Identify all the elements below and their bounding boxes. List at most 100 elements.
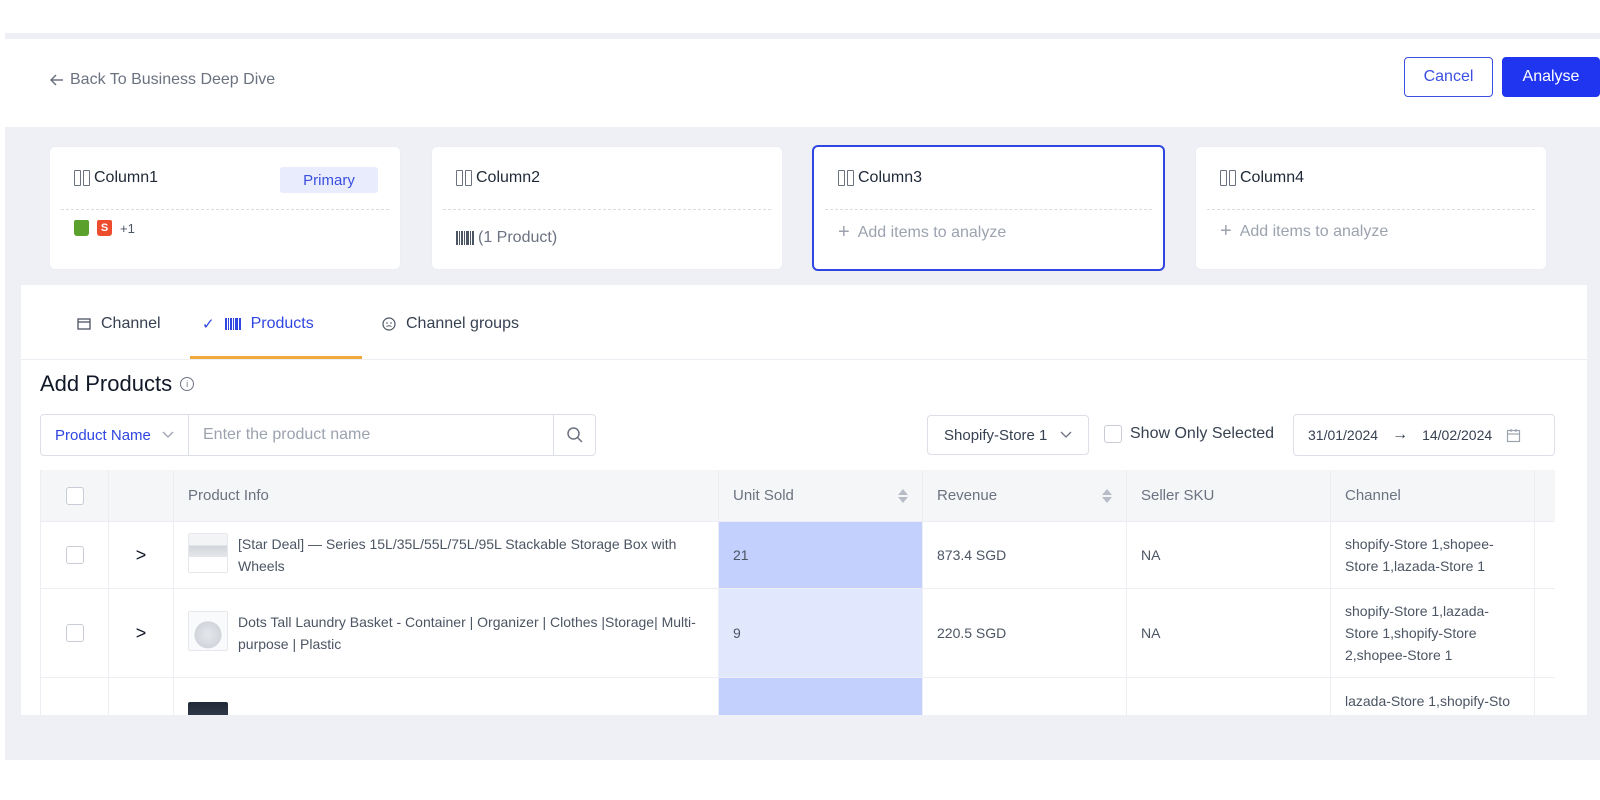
revenue-cell: 873.4 SGD — [923, 522, 1127, 588]
search-type-value: Product Name — [55, 426, 151, 444]
search-button[interactable] — [553, 415, 595, 455]
column-title: Column4 — [1240, 169, 1305, 186]
product-info-cell: Dots Tall Laundry Basket - Container | O… — [174, 589, 719, 677]
chevron-down-icon — [1060, 431, 1072, 438]
show-only-selected-toggle[interactable]: Show Only Selected — [1104, 425, 1274, 443]
columns-icon — [456, 170, 472, 186]
show-only-selected-checkbox[interactable] — [1104, 425, 1122, 443]
column-card-header: Column1 — [74, 169, 158, 187]
select-all-cell — [41, 470, 109, 521]
revenue-cell: 220.5 SGD — [923, 589, 1127, 677]
row-select-cell — [41, 589, 109, 677]
products-panel: Channel ✓ Products Channel groups Add Pr… — [21, 285, 1587, 715]
table-row[interactable]: > Dots Tall Laundry Basket - Container |… — [41, 589, 1555, 678]
row-expand-cell: > — [109, 522, 174, 588]
sort-icon[interactable] — [898, 488, 908, 503]
channel-cell: lazada-Store 1,shopify-Sto — [1331, 678, 1535, 715]
tab-products[interactable]: ✓ Products — [202, 315, 314, 333]
column-title: Column3 — [858, 169, 923, 186]
product-count: (1 Product) — [478, 229, 558, 246]
store-select[interactable]: Shopify-Store 1 — [927, 415, 1089, 455]
column-card-1[interactable]: Column1 Primary S +1 — [49, 146, 401, 270]
date-end: 14/02/2024 — [1422, 427, 1493, 443]
search-icon — [566, 427, 583, 443]
revenue-cell — [923, 678, 1127, 715]
arrow-left-icon — [50, 74, 63, 86]
sort-icon[interactable] — [1102, 488, 1112, 503]
header-unit-sold[interactable]: Unit Sold — [719, 470, 923, 521]
date-range-picker[interactable]: 31/01/2024 → 14/02/2024 — [1293, 414, 1555, 456]
channel-list: shopify-Store 1,shopee-Store 1,lazada-St… — [1345, 536, 1494, 574]
channel-list: shopify-Store 1,lazada-Store 1,shopify-S… — [1345, 603, 1489, 663]
column-content: (1 Product) — [456, 229, 557, 247]
store-select-value: Shopify-Store 1 — [944, 426, 1048, 444]
search-type-select[interactable]: Product Name — [41, 415, 189, 455]
row-select-cell — [41, 678, 109, 715]
unit-sold-cell: 9 — [719, 589, 923, 677]
seller-sku-cell: NA — [1127, 589, 1331, 677]
row-expand-cell — [109, 678, 174, 715]
page-header: Back To Business Deep Dive Cancel Analys… — [5, 39, 1600, 127]
tab-label: Channel — [101, 315, 161, 332]
barcode-icon — [456, 231, 474, 245]
info-icon[interactable]: i — [180, 377, 195, 391]
header-revenue[interactable]: Revenue — [923, 470, 1127, 521]
product-search: Product Name — [40, 414, 596, 456]
product-name: Dots Tall Laundry Basket - Container | O… — [238, 614, 696, 652]
chevron-right-icon[interactable]: > — [136, 545, 147, 566]
column-title: Column1 — [94, 169, 159, 186]
calendar-icon — [1507, 428, 1521, 442]
table-row[interactable]: > [Star Deal] — Series 15L/35L/55L/75L/9… — [41, 522, 1555, 589]
column-card-4[interactable]: Column4 + Add items to analyze — [1195, 146, 1547, 270]
tab-label: Channel groups — [406, 315, 519, 332]
divider — [825, 209, 1152, 210]
date-start: 31/01/2024 — [1308, 427, 1379, 443]
product-name: [Star Deal] — Series 15L/35L/55L/75L/95L… — [238, 536, 677, 574]
divider — [21, 359, 1587, 360]
product-thumbnail — [188, 611, 228, 651]
column-card-header: Column2 — [456, 169, 540, 187]
channel-cell: shopify-Store 1,lazada-Store 1,shopify-S… — [1331, 589, 1535, 677]
plus-icon: + — [1220, 220, 1232, 242]
chevron-right-icon[interactable]: > — [136, 623, 147, 644]
header-label: Revenue — [937, 487, 998, 504]
analyse-button[interactable]: Analyse — [1502, 57, 1600, 97]
select-all-checkbox[interactable] — [65, 486, 84, 505]
product-thumbnail — [188, 702, 228, 715]
column-stores: S +1 — [74, 220, 135, 236]
add-items-button[interactable]: + Add items to analyze — [1220, 220, 1388, 243]
row-checkbox[interactable] — [65, 624, 84, 642]
arrow-right-icon: → — [1392, 426, 1409, 443]
product-thumbnail — [188, 533, 228, 573]
expand-header — [109, 470, 174, 521]
back-link[interactable]: Back To Business Deep Dive — [50, 71, 275, 89]
header-seller-sku: Seller SKU — [1127, 470, 1331, 521]
back-link-label: Back To Business Deep Dive — [70, 71, 276, 88]
row-select-cell — [41, 522, 109, 588]
plus-icon: + — [838, 221, 850, 243]
row-checkbox[interactable] — [65, 546, 84, 564]
channel-cell: shopify-Store 1,shopee-Store 1,lazada-St… — [1331, 522, 1535, 588]
tab-channel-groups[interactable]: Channel groups — [382, 315, 519, 333]
seller-sku-cell: NA — [1127, 522, 1331, 588]
add-items-button[interactable]: + Add items to analyze — [838, 221, 1006, 244]
divider — [443, 209, 771, 210]
store-icon — [77, 318, 91, 330]
tab-label: Products — [250, 315, 314, 332]
products-table: Product Info Unit Sold Revenue Seller SK… — [40, 470, 1555, 715]
column-card-2[interactable]: Column2 (1 Product) — [431, 146, 783, 270]
seller-sku-cell — [1127, 678, 1331, 715]
cancel-button[interactable]: Cancel — [1404, 57, 1493, 97]
barcode-icon — [224, 318, 241, 330]
column-card-header: Column3 — [838, 169, 922, 187]
search-input[interactable] — [189, 415, 553, 455]
tab-channel[interactable]: Channel — [77, 315, 161, 333]
row-expand-cell: > — [109, 589, 174, 677]
column-card-3[interactable]: Column3 + Add items to analyze — [812, 145, 1165, 271]
columns-icon — [1220, 170, 1236, 186]
table-row[interactable]: lazada-Store 1,shopify-Sto — [41, 678, 1555, 715]
header-channel: Channel — [1331, 470, 1535, 521]
chevron-down-icon — [162, 431, 174, 438]
section-title-text: Add Products — [40, 371, 173, 396]
columns-icon — [74, 170, 90, 186]
